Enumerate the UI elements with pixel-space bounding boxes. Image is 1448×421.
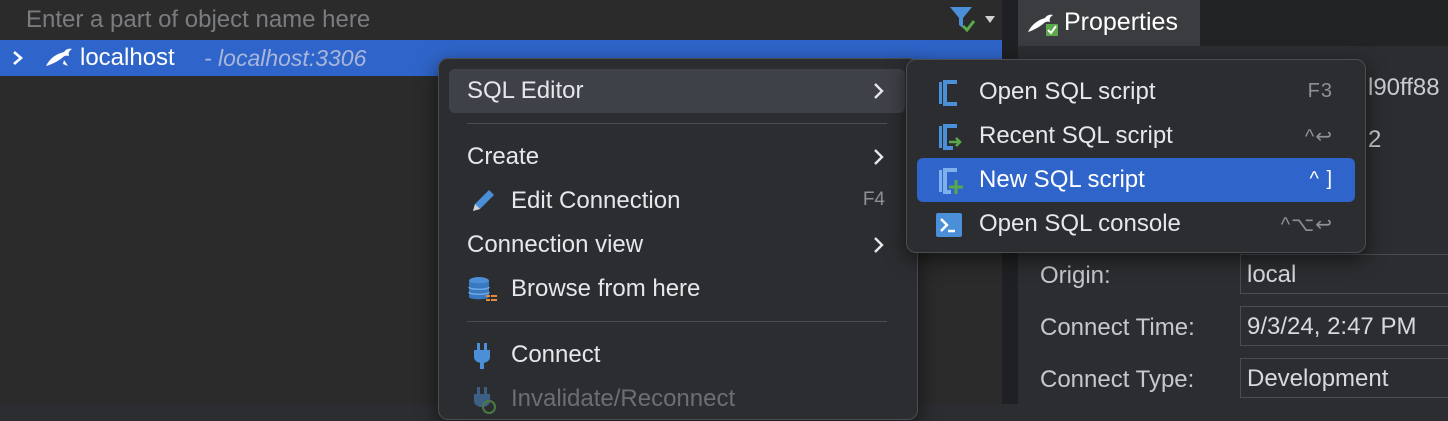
menu-item-sql-editor[interactable]: SQL Editor xyxy=(449,69,905,113)
menu-item-connection-view[interactable]: Connection view xyxy=(449,223,905,267)
menu-item-label: Connection view xyxy=(467,231,644,258)
sql-editor-submenu: Open SQL script F3 Recent SQL script ^↩ … xyxy=(906,59,1366,253)
database-icon xyxy=(467,275,499,305)
sql-script-icon xyxy=(933,78,965,108)
menu-item-browse-from-here[interactable]: Browse from here xyxy=(449,267,905,311)
menu-separator xyxy=(467,321,887,322)
new-sql-script-icon xyxy=(933,166,965,196)
menu-item-label: Browse from here xyxy=(511,275,701,302)
filter-icon[interactable] xyxy=(948,4,976,34)
menu-item-label: Invalidate/Reconnect xyxy=(511,385,736,412)
recent-sql-script-icon xyxy=(933,122,965,152)
chevron-right-icon[interactable] xyxy=(10,49,26,67)
submenu-item-label: Open SQL console xyxy=(979,210,1181,237)
menu-item-create[interactable]: Create xyxy=(449,135,905,179)
tree-item-host: - localhost:3306 xyxy=(204,45,367,71)
submenu-item-shortcut: ^↩ xyxy=(1304,126,1333,148)
tab-properties[interactable]: Properties xyxy=(1018,0,1200,46)
origin-label: Origin: xyxy=(1040,262,1111,289)
menu-item-label: SQL Editor xyxy=(467,77,584,104)
menu-item-edit-connection[interactable]: Edit Connection F4 xyxy=(449,179,905,223)
submenu-item-shortcut: F3 xyxy=(1307,80,1333,102)
property-value-fragment: 2 xyxy=(1368,126,1382,153)
connect-time-label: Connect Time: xyxy=(1040,314,1195,341)
submenu-item-recent-sql-script[interactable]: Recent SQL script ^↩ xyxy=(917,114,1355,158)
submenu-item-label: New SQL script xyxy=(979,166,1145,193)
connect-time-value[interactable]: 9/3/24, 2:47 PM xyxy=(1240,306,1448,346)
submenu-item-open-sql-console[interactable]: Open SQL console ^⌥↩ xyxy=(917,202,1355,246)
property-value-fragment: l90ff88 xyxy=(1368,74,1440,101)
console-icon xyxy=(933,210,965,240)
filter-bar xyxy=(0,0,1002,38)
tree-item-label: localhost xyxy=(80,44,175,71)
menu-item-invalidate-reconnect[interactable]: Invalidate/Reconnect xyxy=(449,377,905,421)
menu-item-label: Connect xyxy=(511,341,601,368)
connect-type-label: Connect Type: xyxy=(1040,366,1195,393)
properties-tab-bar: Properties xyxy=(1018,0,1448,46)
menu-separator xyxy=(467,123,887,124)
filter-dropdown-icon[interactable] xyxy=(984,12,996,24)
origin-value[interactable]: local xyxy=(1240,254,1448,294)
chevron-right-icon xyxy=(873,148,885,166)
plug-refresh-icon xyxy=(467,385,499,415)
submenu-item-label: Recent SQL script xyxy=(979,122,1173,149)
menu-item-label: Edit Connection xyxy=(511,187,681,214)
plug-icon xyxy=(467,341,499,371)
context-menu: SQL Editor Create Edit Connection F4 Con… xyxy=(438,58,918,420)
dolphin-icon xyxy=(44,46,74,70)
menu-item-shortcut: F4 xyxy=(862,189,885,210)
submenu-item-shortcut: ^⌥↩ xyxy=(1280,214,1333,236)
pencil-icon xyxy=(467,187,499,217)
object-name-filter-input[interactable] xyxy=(24,4,928,36)
chevron-right-icon xyxy=(873,82,885,100)
menu-item-connect[interactable]: Connect xyxy=(449,333,905,377)
connect-type-value[interactable]: Development xyxy=(1240,358,1448,398)
chevron-right-icon xyxy=(873,236,885,254)
menu-item-label: Create xyxy=(467,143,540,170)
submenu-item-new-sql-script[interactable]: New SQL script ^ ] xyxy=(917,158,1355,202)
properties-icon xyxy=(1026,10,1060,38)
submenu-item-open-sql-script[interactable]: Open SQL script F3 xyxy=(917,70,1355,114)
tab-properties-label: Properties xyxy=(1064,8,1178,36)
submenu-item-label: Open SQL script xyxy=(979,78,1156,105)
submenu-item-shortcut: ^ ] xyxy=(1309,168,1333,190)
